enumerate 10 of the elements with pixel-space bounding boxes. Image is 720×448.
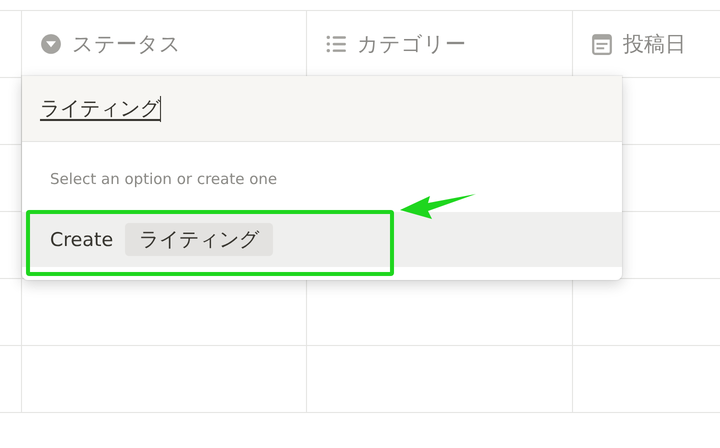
tag: ライティング xyxy=(125,223,274,256)
list-icon xyxy=(325,33,347,55)
create-option[interactable]: Create ライティング xyxy=(22,212,622,267)
hint-text: Select an option or create one xyxy=(49,169,278,190)
column-header[interactable]: カテゴリー xyxy=(357,30,466,58)
column-header[interactable]: 投稿日 xyxy=(623,30,686,58)
dropdown-circle-icon xyxy=(40,33,62,55)
input-field[interactable]: ライティング xyxy=(40,95,160,122)
calendar-icon xyxy=(591,33,613,55)
column-header[interactable]: ステータス xyxy=(72,30,181,58)
